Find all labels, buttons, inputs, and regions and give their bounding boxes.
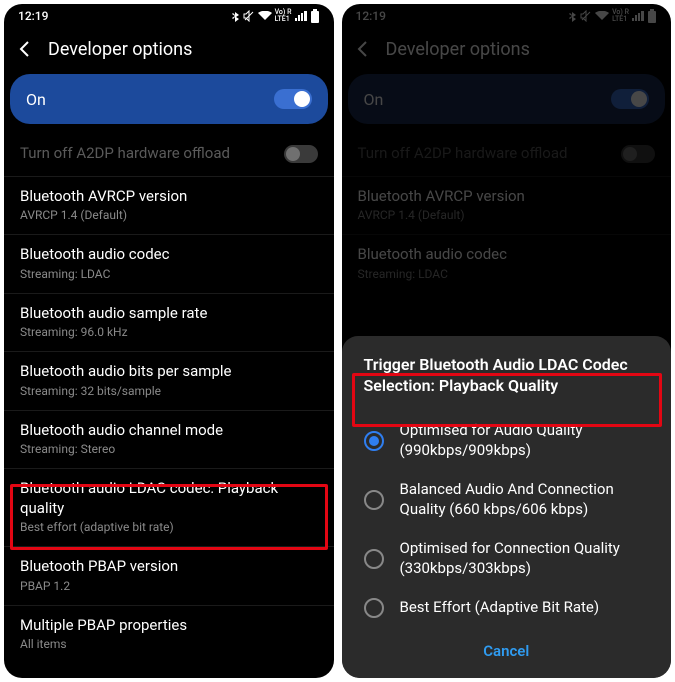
mute-icon xyxy=(243,10,255,22)
setting-label: Bluetooth audio sample rate xyxy=(20,304,318,324)
setting-avrcp: Bluetooth AVRCP version AVRCP 1.4 (Defau… xyxy=(342,177,672,236)
setting-audio-codec: Bluetooth audio codec Streaming: LDAC xyxy=(342,235,672,293)
master-toggle-row[interactable]: On xyxy=(10,74,328,124)
chevron-left-icon xyxy=(16,40,34,58)
cancel-button[interactable]: Cancel xyxy=(342,628,672,664)
option-connection-quality[interactable]: Optimised for Connection Quality (330kbp… xyxy=(342,529,672,588)
battery-icon xyxy=(647,9,657,23)
master-toggle-row: On xyxy=(348,74,666,124)
net-label: Vo) R LTE1 xyxy=(275,9,292,23)
setting-label: Turn off A2DP hardware offload xyxy=(358,144,568,164)
setting-avrcp[interactable]: Bluetooth AVRCP version AVRCP 1.4 (Defau… xyxy=(4,177,334,236)
status-icons: Vo) R LTE1 xyxy=(232,9,320,23)
radio-icon xyxy=(364,598,384,618)
setting-label: Bluetooth audio codec xyxy=(20,245,318,265)
status-icons: Vo) R LTE1 xyxy=(569,9,657,23)
setting-sub: All items xyxy=(20,637,318,651)
bluetooth-icon xyxy=(569,10,577,22)
setting-channel-mode[interactable]: Bluetooth audio channel mode Streaming: … xyxy=(4,411,334,470)
setting-sub: Streaming: 96.0 kHz xyxy=(20,325,318,339)
radio-icon xyxy=(364,549,384,569)
setting-audio-codec[interactable]: Bluetooth audio codec Streaming: LDAC xyxy=(4,235,334,294)
setting-label: Bluetooth audio bits per sample xyxy=(20,362,318,382)
setting-sub: Streaming: Stereo xyxy=(20,442,318,456)
status-time: 12:19 xyxy=(356,9,570,23)
setting-sub: Streaming: LDAC xyxy=(358,267,656,281)
setting-label: Multiple PBAP properties xyxy=(20,616,318,636)
master-toggle-switch xyxy=(611,89,649,109)
setting-ldac-playback[interactable]: Bluetooth audio LDAC codec: Playback qua… xyxy=(4,469,334,547)
setting-pbap-version[interactable]: Bluetooth PBAP version PBAP 1.2 xyxy=(4,547,334,606)
setting-sub: Streaming: LDAC xyxy=(20,267,318,281)
phone-right: 12:19 Vo) R LTE1 Developer options On Tu… xyxy=(342,4,672,678)
status-time: 12:19 xyxy=(18,9,232,23)
page-title: Developer options xyxy=(386,39,530,60)
option-balanced[interactable]: Balanced Audio And Connection Quality (6… xyxy=(342,470,672,529)
setting-label: Bluetooth audio codec xyxy=(358,245,656,265)
option-label: Optimised for Connection Quality (330kbp… xyxy=(400,539,650,578)
master-toggle-switch[interactable] xyxy=(274,89,312,109)
radio-icon xyxy=(364,431,384,451)
dialog-sheet: Trigger Bluetooth Audio LDAC Codec Selec… xyxy=(342,336,672,678)
setting-sub: Best effort (adaptive bit rate) xyxy=(20,520,318,534)
a2dp-switch xyxy=(284,145,318,163)
setting-pbap-multiple[interactable]: Multiple PBAP properties All items xyxy=(4,606,334,664)
setting-label: Bluetooth PBAP version xyxy=(20,557,318,577)
option-label: Balanced Audio And Connection Quality (6… xyxy=(400,480,650,519)
signal-icon xyxy=(295,11,307,21)
setting-sub: AVRCP 1.4 (Default) xyxy=(20,208,318,222)
a2dp-switch xyxy=(621,145,655,163)
wifi-icon xyxy=(258,11,272,21)
master-toggle-label: On xyxy=(364,90,384,109)
dialog-title: Trigger Bluetooth Audio LDAC Codec Selec… xyxy=(342,354,672,411)
option-best-effort[interactable]: Best Effort (Adaptive Bit Rate) xyxy=(342,588,672,628)
setting-sample-rate[interactable]: Bluetooth audio sample rate Streaming: 9… xyxy=(4,294,334,353)
status-bar: 12:19 Vo) R LTE1 xyxy=(4,4,334,28)
setting-label: Bluetooth AVRCP version xyxy=(20,187,318,207)
setting-label: Bluetooth audio LDAC codec: Playback qua… xyxy=(20,479,318,518)
chevron-left-icon xyxy=(354,40,372,58)
battery-icon xyxy=(310,9,320,23)
setting-a2dp-offload: Turn off A2DP hardware offload xyxy=(4,134,334,177)
header: Developer options xyxy=(342,28,672,74)
setting-sub: AVRCP 1.4 (Default) xyxy=(358,208,656,222)
signal-icon xyxy=(632,11,644,21)
page-title: Developer options xyxy=(48,39,192,60)
master-toggle-label: On xyxy=(26,90,46,109)
setting-label: Turn off A2DP hardware offload xyxy=(20,144,230,164)
net-label: Vo) R LTE1 xyxy=(612,9,629,23)
status-bar: 12:19 Vo) R LTE1 xyxy=(342,4,672,28)
radio-icon xyxy=(364,490,384,510)
settings-list: Turn off A2DP hardware offload Bluetooth… xyxy=(4,134,334,663)
option-label: Optimised for Audio Quality (990kbps/909… xyxy=(400,421,650,460)
setting-a2dp-offload: Turn off A2DP hardware offload xyxy=(342,134,672,177)
back-button xyxy=(352,38,374,60)
bluetooth-icon xyxy=(232,10,240,22)
setting-label: Bluetooth audio channel mode xyxy=(20,421,318,441)
back-button[interactable] xyxy=(14,38,36,60)
mute-icon xyxy=(580,10,592,22)
setting-label: Bluetooth AVRCP version xyxy=(358,187,656,207)
settings-list: Turn off A2DP hardware offload Bluetooth… xyxy=(342,134,672,293)
option-label: Best Effort (Adaptive Bit Rate) xyxy=(400,598,600,618)
option-audio-quality[interactable]: Optimised for Audio Quality (990kbps/909… xyxy=(342,411,672,470)
setting-bits-per-sample[interactable]: Bluetooth audio bits per sample Streamin… xyxy=(4,352,334,411)
header: Developer options xyxy=(4,28,334,74)
setting-sub: PBAP 1.2 xyxy=(20,579,318,593)
setting-sub: Streaming: 32 bits/sample xyxy=(20,384,318,398)
phone-left: 12:19 Vo) R LTE1 Developer options On Tu… xyxy=(4,4,334,678)
wifi-icon xyxy=(595,11,609,21)
